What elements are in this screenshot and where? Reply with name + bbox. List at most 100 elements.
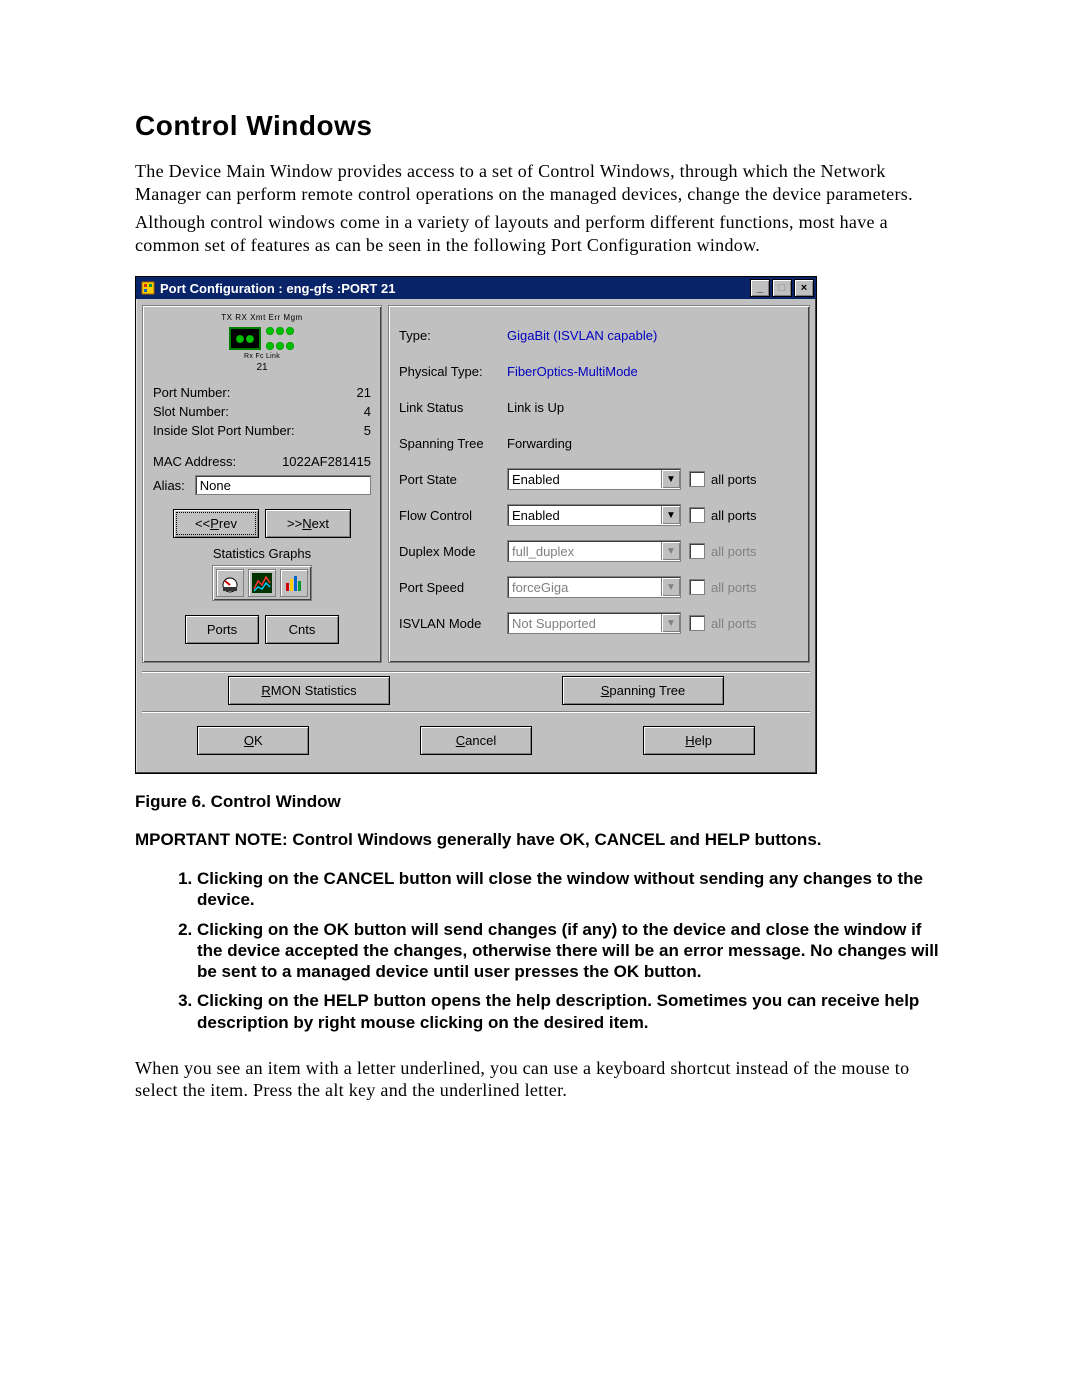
property-combo: forceGiga▼: [507, 576, 681, 598]
slot-number-value: 4: [335, 404, 371, 419]
ports-button[interactable]: Ports: [185, 615, 259, 644]
property-combo: Not Supported▼: [507, 612, 681, 634]
alias-label: Alias:: [153, 478, 185, 493]
mac-address-label: MAC Address:: [153, 454, 236, 469]
rmon-statistics-button[interactable]: RMON Statistics: [228, 676, 390, 705]
property-row: Duplex Modefull_duplex▼all ports: [399, 536, 799, 566]
led-icon: [266, 342, 274, 350]
property-label: ISVLAN Mode: [399, 616, 507, 631]
property-row: Port StateEnabled▼ all ports: [399, 464, 799, 494]
allports-checkbox: [689, 543, 705, 559]
help-button[interactable]: Help: [643, 726, 755, 755]
chevron-down-icon: ▼: [661, 542, 680, 560]
prev-button[interactable]: << Prev: [173, 509, 259, 538]
port-diagram: TX RX Xmt Err Mgm Rx Fc Link 21: [153, 314, 371, 373]
left-panel: TX RX Xmt Err Mgm Rx Fc Link 21: [142, 305, 382, 663]
property-label: Link Status: [399, 400, 507, 415]
titlebar[interactable]: Port Configuration : eng-gfs :PORT 21 _ …: [136, 277, 816, 299]
property-combo[interactable]: Enabled▼: [507, 504, 681, 526]
statistics-graphs-toolbar: [212, 565, 312, 601]
diagram-port-number: 21: [153, 362, 371, 373]
port-led-box: [229, 327, 261, 350]
property-row: Type:GigaBit (ISVLAN capable): [399, 320, 799, 350]
alias-field[interactable]: None: [195, 475, 371, 495]
section-heading: Control Windows: [135, 110, 950, 142]
allports-checkbox: [689, 579, 705, 595]
led-icon: [266, 327, 274, 335]
app-icon: [140, 280, 156, 296]
property-row: Port SpeedforceGiga▼all ports: [399, 572, 799, 602]
property-label: Duplex Mode: [399, 544, 507, 559]
chevron-down-icon: ▼: [661, 614, 680, 632]
chevron-down-icon[interactable]: ▼: [661, 470, 680, 488]
paragraph: When you see an item with a letter under…: [135, 1057, 950, 1102]
property-value: GigaBit (ISVLAN capable): [507, 328, 657, 343]
paragraph: Although control windows come in a varie…: [135, 211, 950, 256]
property-row: Link StatusLink is Up: [399, 392, 799, 422]
note-item: Clicking on the HELP button opens the he…: [197, 990, 950, 1033]
note-item: Clicking on the CANCEL button will close…: [197, 868, 950, 911]
combo-value: Enabled: [512, 508, 661, 523]
led-icon: [236, 335, 244, 343]
property-row: Physical Type:FiberOptics-MultiMode: [399, 356, 799, 386]
property-label: Port Speed: [399, 580, 507, 595]
important-note: MPORTANT NOTE: Control Windows generally…: [135, 830, 950, 850]
diagram-top-labels: TX RX Xmt Err Mgm: [153, 314, 371, 322]
note-item: Clicking on the OK button will send chan…: [197, 919, 950, 983]
line-chart-icon[interactable]: [248, 569, 276, 597]
spanning-tree-button[interactable]: Spanning Tree: [562, 676, 724, 705]
chevron-down-icon: ▼: [661, 578, 680, 596]
led-icon: [286, 327, 294, 335]
mac-address-value: 1022AF281415: [282, 454, 371, 469]
allports-label: all ports: [711, 544, 757, 559]
property-label: Port State: [399, 472, 507, 487]
allports-label: all ports: [711, 472, 757, 487]
property-value: Link is Up: [507, 400, 564, 415]
port-number-value: 21: [335, 385, 371, 400]
close-button[interactable]: ×: [794, 279, 814, 297]
allports-label: all ports: [711, 508, 757, 523]
property-row: Spanning TreeForwarding: [399, 428, 799, 458]
document-page: Control Windows The Device Main Window p…: [0, 0, 1080, 1168]
led-icon: [276, 327, 284, 335]
bottom-button-row: OK Cancel Help: [142, 711, 810, 767]
allports-label: all ports: [711, 616, 757, 631]
property-label: Type:: [399, 328, 507, 343]
ok-button[interactable]: OK: [197, 726, 309, 755]
maximize-button: □: [772, 279, 792, 297]
chevron-down-icon[interactable]: ▼: [661, 506, 680, 524]
gauge-chart-icon[interactable]: [216, 569, 244, 597]
led-icon: [246, 335, 254, 343]
led-icon: [276, 342, 284, 350]
next-button[interactable]: >> Next: [265, 509, 351, 538]
right-panel: Type:GigaBit (ISVLAN capable) Physical Ty…: [388, 305, 810, 663]
allports-checkbox[interactable]: [689, 471, 705, 487]
combo-value: forceGiga: [512, 580, 661, 595]
minimize-button[interactable]: _: [750, 279, 770, 297]
cancel-button[interactable]: Cancel: [420, 726, 532, 755]
paragraph: The Device Main Window provides access t…: [135, 160, 950, 205]
inside-slot-label: Inside Slot Port Number:: [153, 423, 295, 438]
inside-slot-value: 5: [335, 423, 371, 438]
property-value: FiberOptics-MultiMode: [507, 364, 638, 379]
port-configuration-dialog: Port Configuration : eng-gfs :PORT 21 _ …: [135, 276, 817, 774]
statistics-graphs-label: Statistics Graphs: [153, 546, 371, 561]
dialog-title: Port Configuration : eng-gfs :PORT 21: [160, 281, 750, 296]
led-icon: [286, 342, 294, 350]
leds-group: [265, 323, 295, 353]
property-row: ISVLAN ModeNot Supported▼all ports: [399, 608, 799, 638]
combo-value: full_duplex: [512, 544, 661, 559]
combo-value: Not Supported: [512, 616, 661, 631]
diagram-sub-labels: Rx Fc Link: [153, 353, 371, 360]
property-value: Forwarding: [507, 436, 572, 451]
property-row: Flow ControlEnabled▼all ports: [399, 500, 799, 530]
property-label: Flow Control: [399, 508, 507, 523]
property-label: Physical Type:: [399, 364, 507, 379]
figure-caption: Figure 6. Control Window: [135, 792, 950, 812]
property-combo[interactable]: Enabled▼: [507, 468, 681, 490]
cnts-button[interactable]: Cnts: [265, 615, 339, 644]
bar-chart-icon[interactable]: [280, 569, 308, 597]
slot-number-label: Slot Number:: [153, 404, 229, 419]
property-combo: full_duplex▼: [507, 540, 681, 562]
allports-checkbox[interactable]: [689, 507, 705, 523]
